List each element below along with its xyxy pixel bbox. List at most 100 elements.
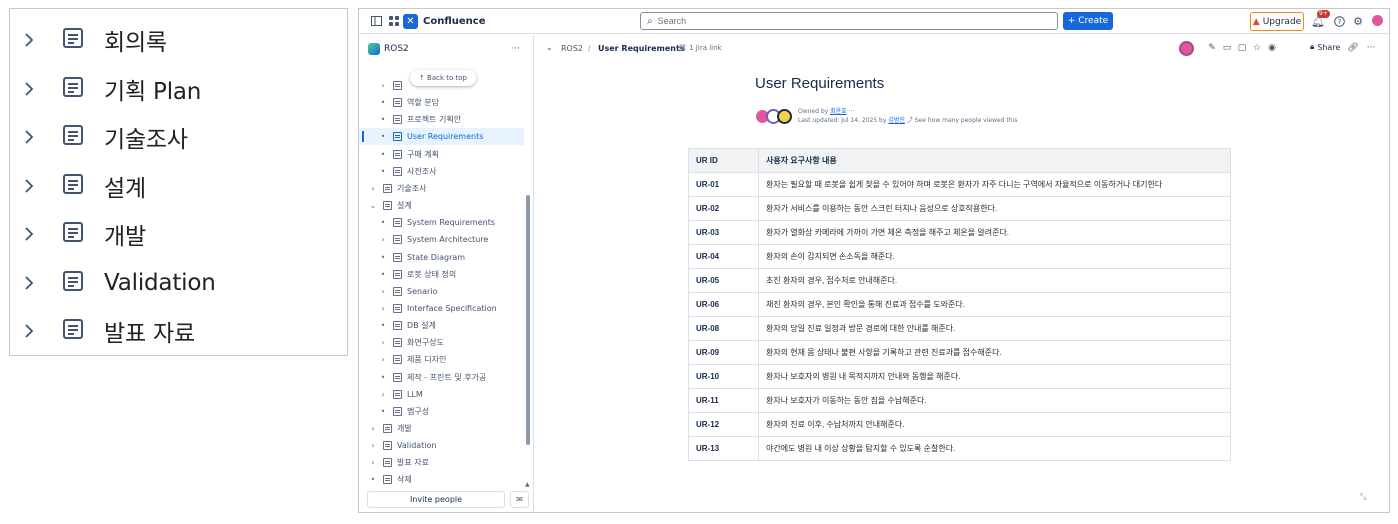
expand-sidebar-chevron-icon[interactable]: ⌄ [546, 43, 553, 52]
breadcrumb-space[interactable]: ROS2 [561, 44, 583, 53]
table-body: UR-01 환자는 필요할 때 로봇을 쉽게 찾을 수 있어야 하며 로봇은 환자… [688, 172, 1231, 461]
feedback-icon[interactable]: ✉ [510, 491, 529, 508]
sidebar-item[interactable]: • 역할 분담 [359, 94, 524, 111]
owned-by-label: Owned by [798, 108, 829, 115]
sidebar-item[interactable]: • User Requirements [359, 128, 524, 145]
app-switcher-icon[interactable] [387, 14, 401, 28]
page-icon [393, 287, 402, 296]
sidebar-item[interactable]: • State Diagram [359, 249, 524, 266]
sidebar-item[interactable]: • 구매 계획 [359, 146, 524, 163]
zoom-tree-item[interactable]: Validation [10, 263, 216, 303]
chevron-down-icon[interactable]: ⌄ [368, 201, 378, 210]
edit-icon[interactable]: ✎ [1206, 43, 1218, 53]
page-icon [383, 424, 392, 433]
chevron-right-icon[interactable]: › [368, 458, 378, 467]
chevron-right-icon[interactable] [24, 323, 44, 339]
more-actions-icon[interactable]: ··· [1365, 43, 1377, 53]
sidebar-scrollbar[interactable] [526, 195, 530, 445]
page-icon [393, 167, 402, 176]
chevron-right-icon[interactable]: › [378, 338, 388, 347]
chevron-right-icon[interactable] [24, 275, 44, 291]
sidebar-item[interactable]: › System Architecture [359, 231, 524, 248]
jira-link-label: 1 Jira link [689, 44, 722, 52]
share-button[interactable]: 🔒︎ Share [1310, 42, 1340, 52]
sidebar-item-label: 맵구성 [407, 407, 430, 416]
top-navigation-bar: ✕ Confluence ⌕ + Create ▲ Upgrade 🔔︎ 9+ … [359, 9, 1389, 34]
chevron-right-icon[interactable]: › [368, 424, 378, 433]
sidebar-item[interactable]: • 삭제 [359, 471, 524, 488]
search-field[interactable]: ⌕ [640, 12, 1058, 30]
owner-link[interactable]: 최윤호 [830, 108, 847, 115]
page-icon [393, 407, 402, 416]
sidebar-item[interactable]: › 화면구성도 [359, 334, 524, 351]
zoom-tree-item[interactable]: 기획 Plan [10, 69, 201, 109]
comment-icon[interactable]: ▭ [1221, 43, 1233, 53]
sidebar-item[interactable]: › 제품 디자인 [359, 351, 524, 368]
chevron-right-icon[interactable]: › [368, 184, 378, 193]
sidebar-item[interactable]: • DB 설계 [359, 317, 524, 334]
expand-corner-icon[interactable]: ⤡ [1360, 492, 1366, 502]
zoom-tree-item[interactable]: 발표 자료 [10, 311, 195, 351]
loom-video-icon[interactable]: ▢ [1236, 43, 1248, 53]
sidebar-item[interactable]: • 로봇 상태 정의 [359, 266, 524, 283]
user-avatar[interactable] [1371, 14, 1384, 27]
contributor-avatar[interactable] [777, 108, 792, 124]
sidebar-item[interactable]: › Interface Specification [359, 300, 524, 317]
sidebar-item[interactable]: • 맵구성 [359, 403, 524, 420]
sidebar-item[interactable]: • 사전조사 [359, 163, 524, 180]
zoom-tree-item[interactable]: 설계 [10, 166, 146, 206]
zoom-tree-item[interactable]: 개발 [10, 214, 146, 254]
sidebar-item[interactable]: › LLM [359, 386, 524, 403]
sidebar-toggle-icon[interactable] [369, 14, 383, 28]
create-button[interactable]: + Create [1063, 12, 1113, 30]
chevron-right-icon[interactable]: › [378, 235, 388, 244]
chevron-right-icon[interactable]: › [378, 81, 388, 90]
back-to-top-button[interactable]: ↑ Back to top [410, 70, 476, 86]
sidebar-item[interactable]: ⌄ 설계 [359, 197, 524, 214]
sidebar-item[interactable]: • 제작 - 프린트 및 후가공 [359, 369, 524, 386]
copy-link-icon[interactable]: 🔗︎ [1347, 43, 1359, 53]
breadcrumb-page[interactable]: User Requirements [598, 44, 685, 53]
help-icon[interactable]: ? [1332, 14, 1346, 28]
space-more-icon[interactable]: ··· [511, 44, 520, 54]
upgrade-icon: ▲ [1252, 16, 1260, 27]
confluence-logo[interactable]: ✕ Confluence [403, 14, 485, 29]
star-icon[interactable]: ☆ [1251, 43, 1263, 53]
chevron-right-icon[interactable] [24, 178, 44, 194]
chevron-right-icon[interactable] [24, 32, 44, 48]
page-icon [393, 304, 402, 313]
collaborator-avatar[interactable] [1179, 41, 1194, 56]
sidebar-item-label: System Requirements [407, 218, 495, 227]
search-input[interactable] [657, 16, 1038, 26]
sidebar-item[interactable]: › Senario [359, 283, 524, 300]
sidebar-item[interactable]: • 프로젝트 기획안 [359, 111, 524, 128]
breadcrumb-separator: / [588, 44, 591, 53]
views-link[interactable]: See how many people viewed this [915, 117, 1018, 124]
scroll-arrow-icon[interactable]: ▲ [525, 481, 530, 488]
chevron-right-icon[interactable]: › [378, 304, 388, 313]
sidebar-item[interactable]: › 개발 [359, 420, 524, 437]
chevron-right-icon[interactable] [24, 226, 44, 242]
owned-more[interactable]: ··· [849, 108, 855, 115]
updater-link[interactable]: 김범진 [888, 117, 905, 124]
invite-people-button[interactable]: Invite people [367, 491, 505, 508]
jira-link[interactable]: ⛓ 1 Jira link [678, 44, 722, 52]
sidebar-item[interactable]: › Validation [359, 437, 524, 454]
chevron-right-icon[interactable] [24, 129, 44, 145]
sidebar-item[interactable]: › 기술조사 [359, 180, 524, 197]
sidebar-item[interactable]: › 발표 자료 [359, 454, 524, 471]
sidebar-item-label: 제작 - 프린트 및 후가공 [407, 373, 487, 382]
chevron-right-icon[interactable]: › [378, 390, 388, 399]
watch-eye-icon[interactable]: ◉ [1266, 43, 1278, 53]
chevron-right-icon[interactable]: › [378, 355, 388, 364]
space-header[interactable]: ROS2 ··· [368, 41, 524, 57]
chevron-right-icon[interactable]: › [368, 441, 378, 450]
sidebar-item[interactable]: • System Requirements [359, 214, 524, 231]
notifications-badge: 9+ [1317, 10, 1330, 18]
zoom-tree-item[interactable]: 회의록 [10, 20, 167, 60]
zoom-tree-item[interactable]: 기술조사 [10, 117, 188, 157]
upgrade-button[interactable]: ▲ Upgrade [1250, 12, 1304, 31]
settings-gear-icon[interactable]: ⚙ [1351, 14, 1365, 28]
chevron-right-icon[interactable]: › [378, 287, 388, 296]
chevron-right-icon[interactable] [24, 81, 44, 97]
